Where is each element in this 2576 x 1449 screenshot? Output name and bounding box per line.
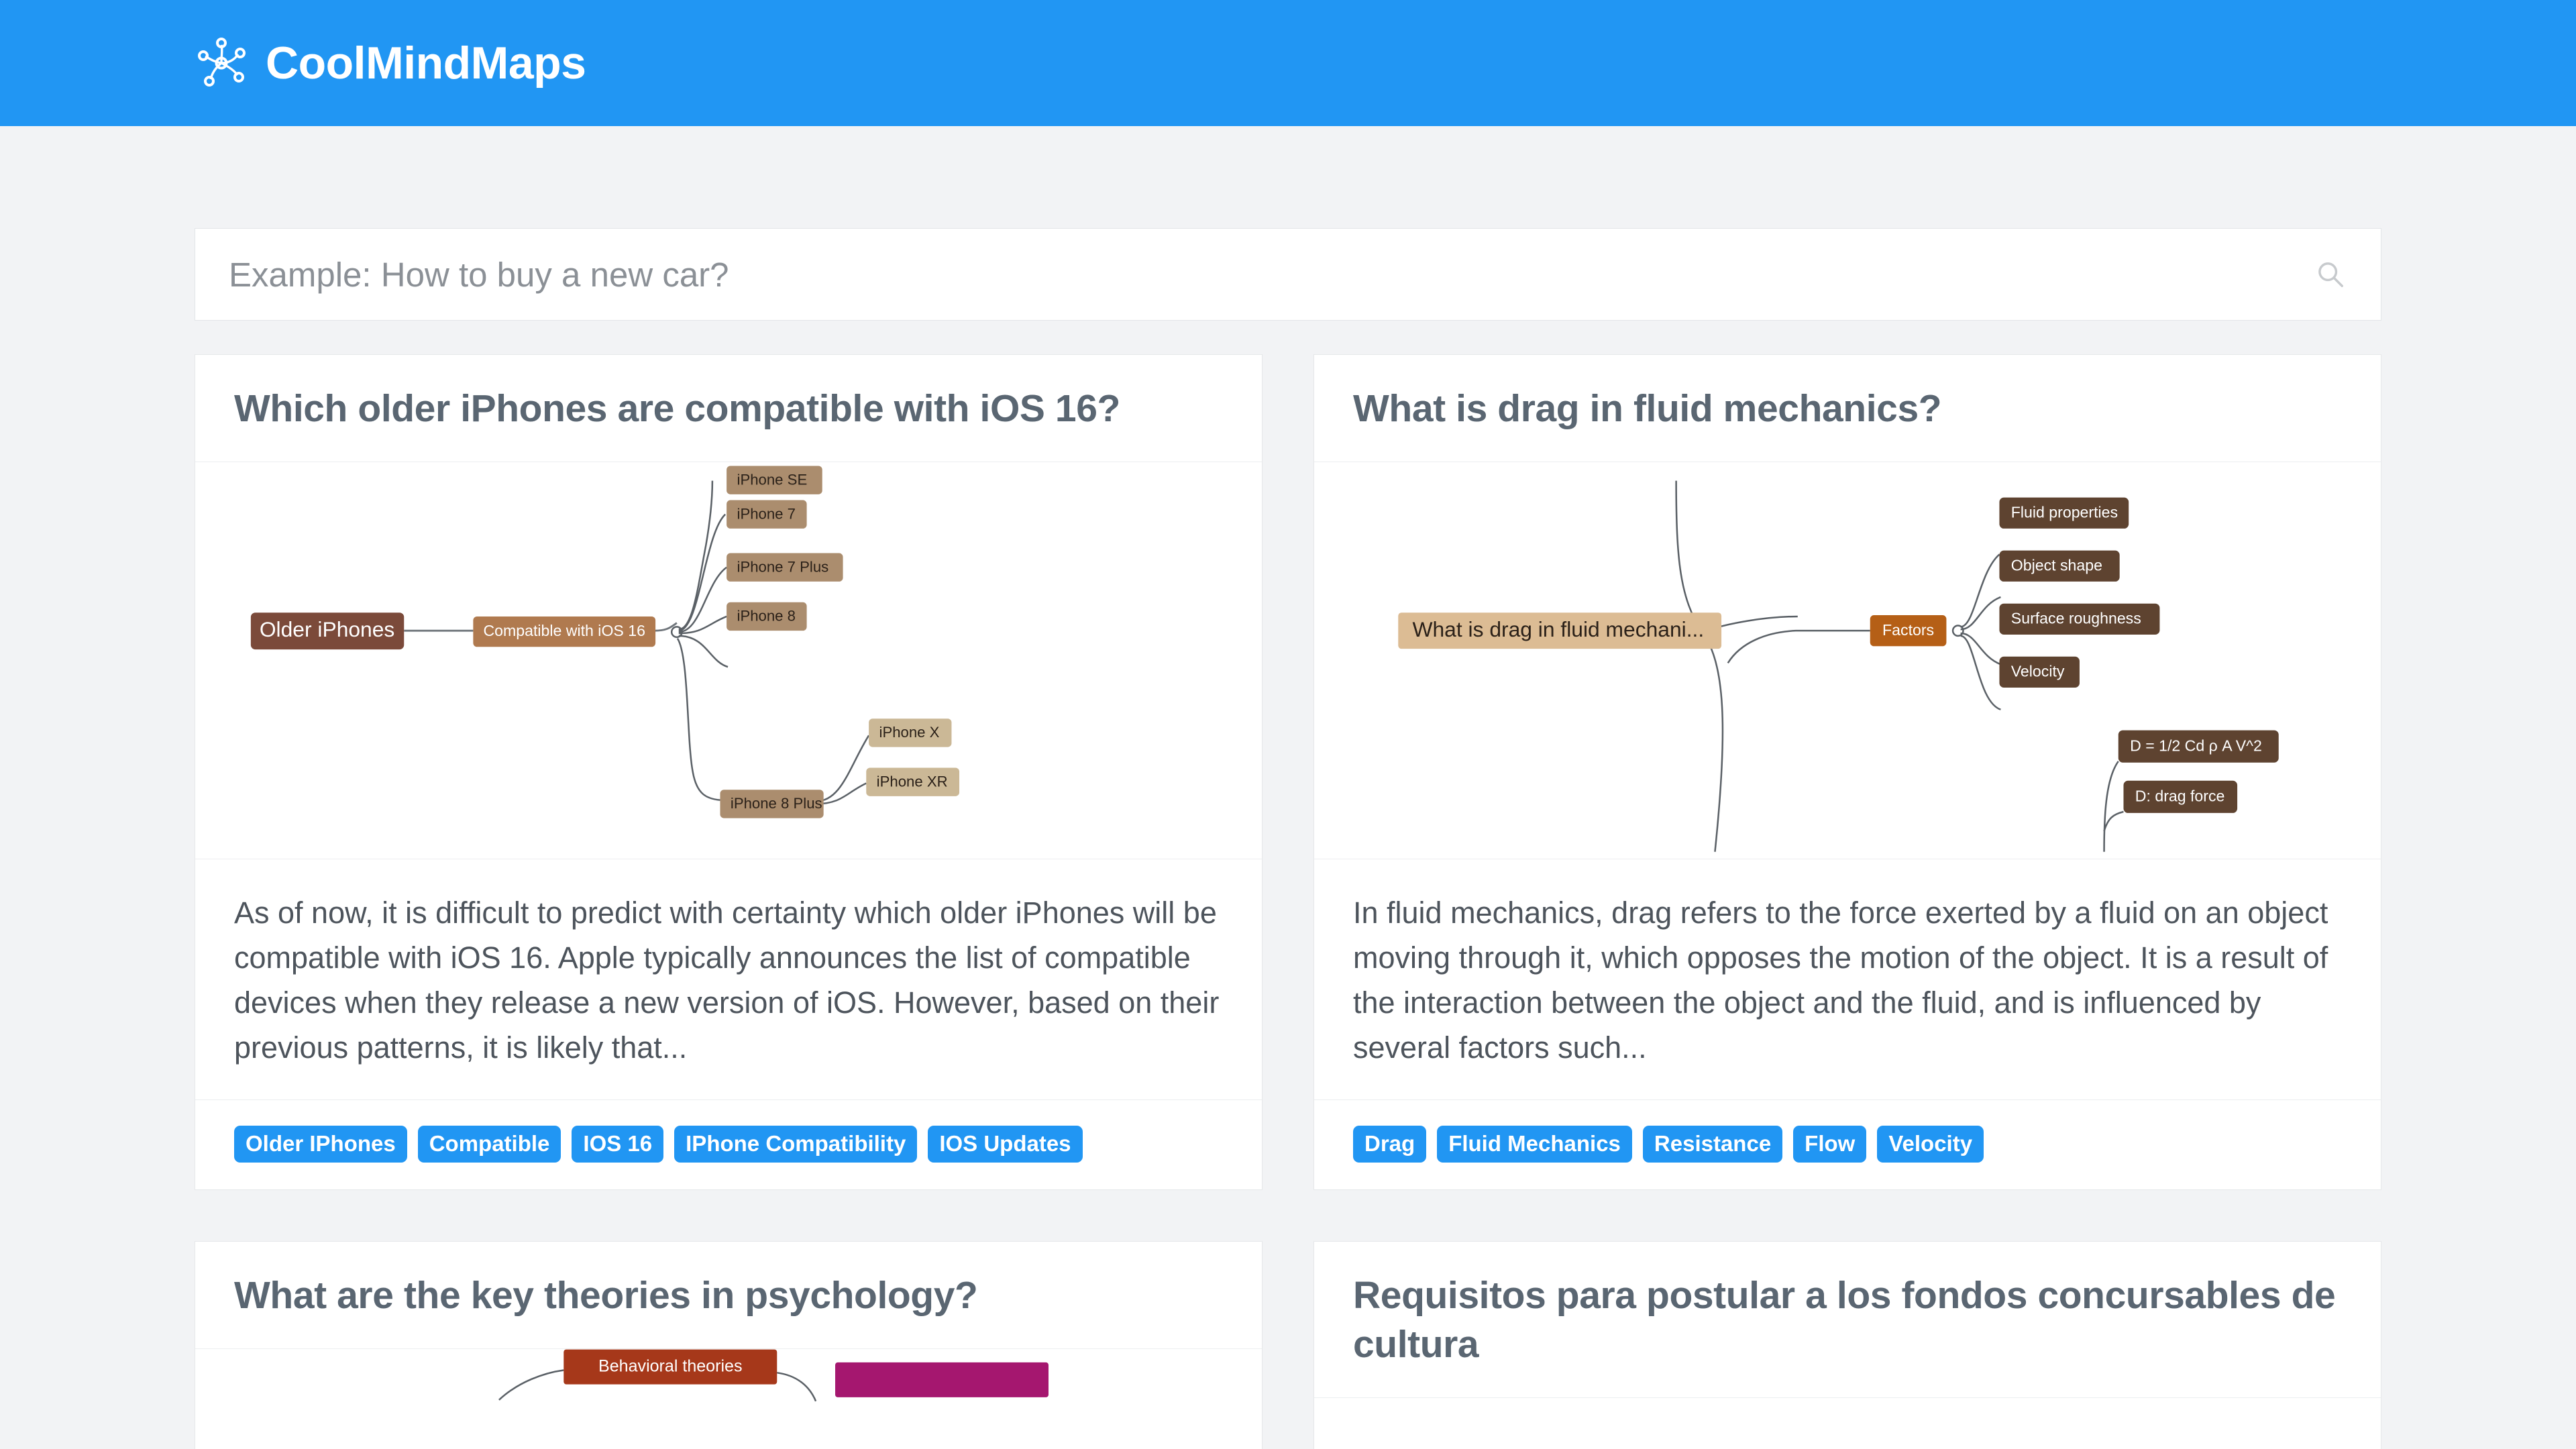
mindmap-node-root: What is drag in fluid mechani... — [1398, 612, 1722, 649]
mindmap-leaf-label: iPhone SE — [737, 471, 808, 488]
mindmap-card[interactable]: Requisitos para postular a los fondos co… — [1313, 1241, 2381, 1449]
mindmap-node-subleaf: iPhone XR — [866, 767, 960, 796]
card-header: What are the key theories in psychology? — [195, 1242, 1262, 1350]
tag-chip[interactable]: Drag — [1353, 1126, 1427, 1163]
mindmap-node-leaf: Velocity — [1999, 656, 2080, 688]
mindmap-node-leaf: iPhone 8 Plus — [720, 790, 824, 818]
mindmap-node-leaf: Surface roughness — [1999, 603, 2160, 635]
mindmap-subleaf-label: iPhone X — [879, 724, 940, 741]
mindmap-preview[interactable]: Behavioral theories — [195, 1349, 1262, 1449]
page-content: Which older iPhones are compatible with … — [0, 228, 2576, 1449]
mindmap-card[interactable]: Which older iPhones are compatible with … — [195, 354, 1263, 1191]
tag-chip[interactable]: Velocity — [1877, 1126, 1984, 1163]
card-header: What is drag in fluid mechanics? — [1314, 355, 2381, 462]
search-bar[interactable] — [195, 228, 2381, 321]
mindmap-leaf-label: Fluid properties — [2011, 503, 2118, 521]
mindmap-preview[interactable]: Older iPhones Compatible with iOS 16 iPh… — [195, 462, 1262, 859]
mindmap-formula-label: D: drag force — [2135, 788, 2225, 805]
mindmap-node-leaf: iPhone 7 — [727, 500, 807, 529]
mindmap-leaf-label: iPhone 7 Plus — [737, 558, 829, 575]
mindmap-preview[interactable] — [1314, 1398, 2381, 1449]
tag-chip[interactable]: Older IPhones — [234, 1126, 407, 1163]
mindmap-card[interactable]: What is drag in fluid mechanics? What is… — [1313, 354, 2381, 1191]
mindmap-leaf-label: iPhone 7 — [737, 505, 796, 522]
mindmap-node-leaf: Object shape — [1999, 550, 2120, 582]
tag-chip[interactable]: Flow — [1793, 1126, 1867, 1163]
mindmap-network-icon — [195, 36, 248, 90]
mindmap-node-leaf: iPhone SE — [727, 466, 822, 494]
mindmap-root-label: Older iPhones — [260, 617, 394, 641]
mindmap-preview[interactable]: What is drag in fluid mechani... Factors… — [1314, 462, 2381, 859]
card-summary: In fluid mechanics, drag refers to the f… — [1314, 859, 2381, 1101]
mindmap-subleaf-label: iPhone XR — [877, 773, 948, 790]
card-summary-text: In fluid mechanics, drag refers to the f… — [1353, 895, 2328, 1065]
brand[interactable]: CoolMindMaps — [195, 36, 586, 90]
mindmap-card[interactable]: What are the key theories in psychology?… — [195, 1241, 1263, 1449]
card-tag-list: Drag Fluid Mechanics Resistance Flow Vel… — [1314, 1100, 2381, 1189]
search-icon[interactable] — [2315, 259, 2346, 290]
brand-title: CoolMindMaps — [266, 38, 586, 89]
mindmap-card-grid: Which older iPhones are compatible with … — [195, 354, 2381, 1449]
card-title: Requisitos para postular a los fondos co… — [1353, 1274, 2336, 1366]
tag-chip[interactable]: Compatible — [417, 1126, 561, 1163]
card-header: Requisitos para postular a los fondos co… — [1314, 1242, 2381, 1399]
tag-chip[interactable]: Resistance — [1642, 1126, 1783, 1163]
card-title: What is drag in fluid mechanics? — [1353, 387, 1942, 430]
mindmap-node-formula: D = 1/2 Cd ρ A V^2 — [2118, 730, 2279, 763]
mindmap-node-accent — [835, 1362, 1049, 1398]
card-title: Which older iPhones are compatible with … — [234, 387, 1120, 430]
app-header: CoolMindMaps — [0, 0, 2576, 126]
mindmap-node-root: Older iPhones — [250, 612, 405, 650]
tag-chip[interactable]: IPhone Compatibility — [674, 1126, 918, 1163]
mindmap-leaf-label: iPhone 8 — [737, 608, 796, 625]
mindmap-node-branch: Factors — [1870, 614, 1947, 647]
card-header: Which older iPhones are compatible with … — [195, 355, 1262, 462]
tag-chip[interactable]: IOS 16 — [572, 1126, 664, 1163]
tag-chip[interactable]: IOS Updates — [928, 1126, 1083, 1163]
mindmap-leaf-label: Velocity — [2011, 663, 2065, 680]
tag-chip[interactable]: Fluid Mechanics — [1437, 1126, 1632, 1163]
mindmap-leaf-label: Surface roughness — [2011, 610, 2141, 627]
mindmap-formula-label: D = 1/2 Cd ρ A V^2 — [2130, 737, 2262, 754]
mindmap-node-subleaf: iPhone X — [869, 718, 952, 747]
card-summary: As of now, it is difficult to predict wi… — [195, 859, 1262, 1101]
mindmap-leaf-label: iPhone 8 Plus — [731, 795, 822, 812]
mindmap-branch-label: Compatible with iOS 16 — [483, 622, 645, 639]
mindmap-node-branch: Compatible with iOS 16 — [473, 616, 656, 647]
mindmap-leaf-label: Object shape — [2011, 557, 2102, 574]
mindmap-node-leaf: Fluid properties — [1999, 497, 2129, 529]
mindmap-clipped-label: Behavioral theories — [598, 1356, 742, 1375]
mindmap-node-leaf: iPhone 7 Plus — [727, 553, 843, 582]
search-input[interactable] — [229, 254, 2315, 294]
mindmap-node-formula: D: drag force — [2123, 780, 2238, 813]
mindmap-branch-label: Factors — [1882, 621, 1934, 639]
mindmap-node-leaf: iPhone 8 — [727, 602, 807, 631]
mindmap-root-label: What is drag in fluid mechani... — [1412, 617, 1704, 641]
mindmap-node-clipped: Behavioral theories — [564, 1349, 777, 1385]
card-summary-text: As of now, it is difficult to predict wi… — [234, 895, 1220, 1065]
card-tag-list: Older IPhones Compatible IOS 16 IPhone C… — [195, 1100, 1262, 1189]
card-title: What are the key theories in psychology? — [234, 1274, 978, 1318]
